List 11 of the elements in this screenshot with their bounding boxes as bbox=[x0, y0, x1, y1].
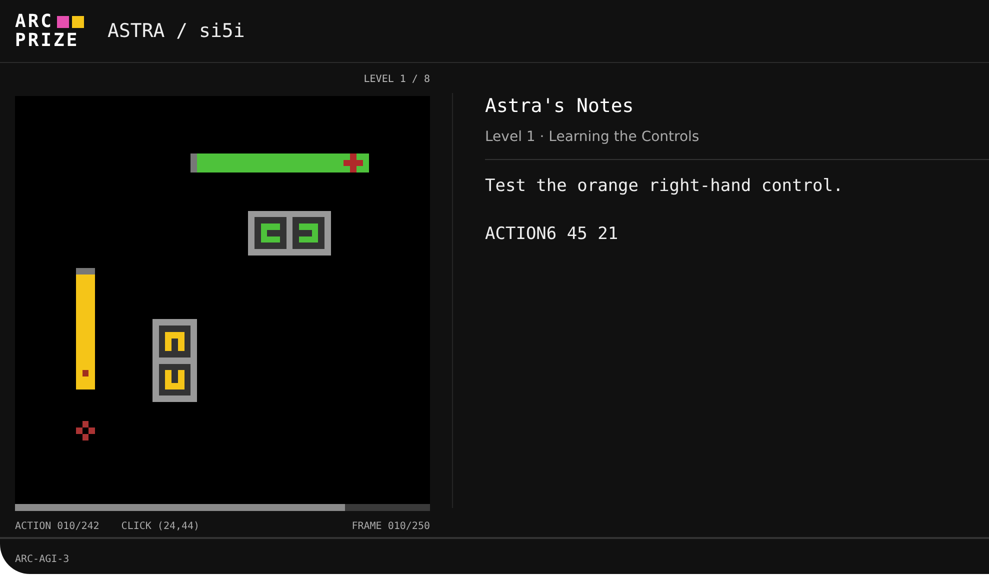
notes-subtitle: Level 1 · Learning the Controls bbox=[485, 129, 989, 160]
footer-label: ARC-AGI-3 bbox=[15, 554, 70, 565]
notes-title: Astra's Notes bbox=[485, 95, 635, 117]
level-label: LEVEL 1 / 8 bbox=[364, 74, 430, 85]
note-text: Test the orange right-hand control. bbox=[485, 176, 844, 196]
note-text: ACTION6 45 21 bbox=[485, 224, 620, 244]
logo: ARC PRIZE bbox=[15, 12, 84, 50]
page-title: ASTRA / si5i bbox=[108, 20, 245, 42]
status-text: ACTION 010/242 bbox=[15, 521, 100, 532]
status-text: CLICK (24,44) bbox=[121, 521, 200, 532]
status-text: FRAME 010/250 bbox=[352, 521, 430, 532]
